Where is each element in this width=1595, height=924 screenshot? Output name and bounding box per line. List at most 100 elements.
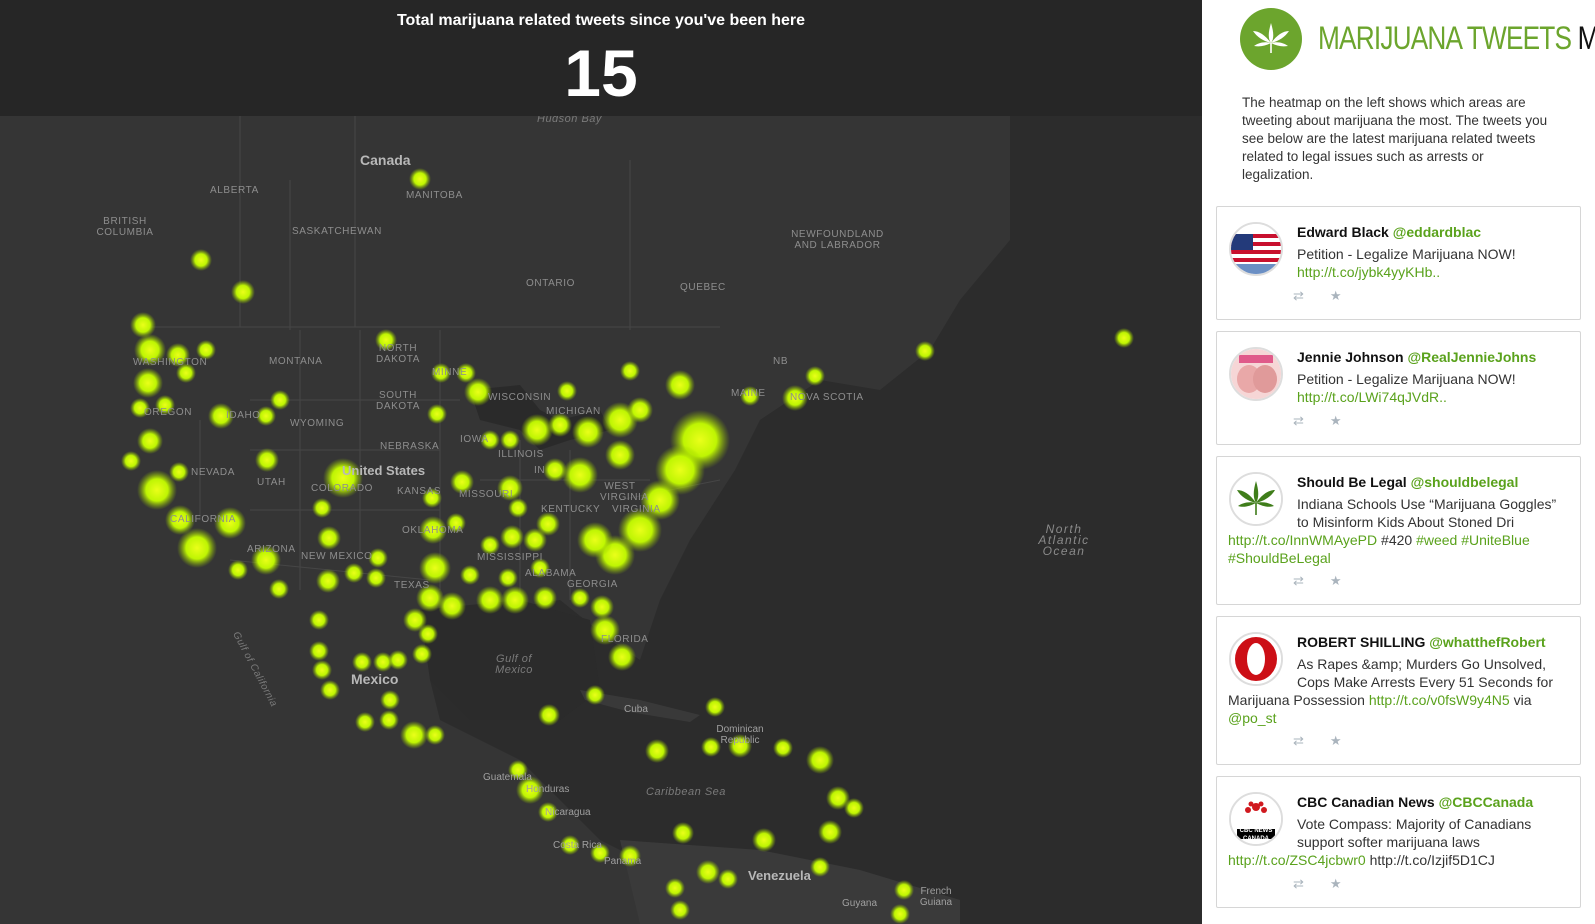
tweet-link[interactable]: http://t.co/LWi74qJVdR.. [1297, 389, 1447, 405]
tweet-body-line2: to Misinform Kids About Stoned Dri [1297, 514, 1515, 530]
map-label-virginia: VIRGINIA [612, 504, 661, 515]
tweet-link[interactable]: http://t.co/InnWMAyePD [1228, 532, 1377, 548]
tweet-author-name[interactable]: ROBERT SHILLING [1297, 634, 1425, 650]
tweet-author-name[interactable]: Should Be Legal [1297, 474, 1407, 490]
tweet-body-line1: As Rapes &amp; Murders Go Unsolved, [1297, 656, 1546, 672]
tweet-actions: ⇄ ★ [1293, 288, 1342, 304]
map-label-georgia: GEORGIA [567, 579, 618, 590]
tweet-actions: ⇄ ★ [1293, 876, 1342, 892]
site-title-dark: MAP [1578, 20, 1595, 56]
map-label-wisconsin: WISCONSIN [488, 392, 552, 403]
tweet-link[interactable]: http://t.co/v0fsW9y4N5 [1369, 692, 1510, 708]
tweet-link[interactable]: http://t.co/jybk4yyKHb.. [1297, 264, 1440, 280]
tweet-author-name[interactable]: Jennie Johnson [1297, 349, 1404, 365]
tweet-hashtag[interactable]: #UniteBlue [1461, 532, 1530, 548]
tweet-card[interactable]: Jennie Johnson @RealJennieJohns Petition… [1216, 331, 1581, 445]
tweet-author-handle[interactable]: @shouldbelegal [1411, 474, 1519, 490]
tweet-body-line2: Cops Make Arrests Every 51 Seconds for [1297, 674, 1553, 690]
site-title-green: MARIJUANA TWEETS [1318, 20, 1572, 56]
map-label-south-dakota: SOUTH DAKOTA [376, 390, 420, 412]
tweet-card[interactable]: ROBERT SHILLING @whatthefRobert As Rapes… [1216, 616, 1581, 765]
map-label-missouri: MISSOURI [459, 489, 514, 500]
tweet-author-handle[interactable]: @CBCCanada [1439, 794, 1534, 810]
map-label-ontario: ONTARIO [526, 278, 576, 289]
map-label-caribbean: Caribbean Sea [646, 786, 726, 798]
map-label-north-dakota: NORTH DAKOTA [376, 343, 420, 365]
tweet-card[interactable]: CBC NEWS CANADA CBC Canadian News @CBCCa… [1216, 776, 1581, 908]
map-label-manitoba: MANITOBA [406, 190, 463, 201]
map-label-newfoundland: NEWFOUNDLAND AND LABRADOR [791, 229, 884, 251]
tweet-card[interactable]: Should Be Legal @shouldbelegal Indiana S… [1216, 456, 1581, 605]
tweet-counter-banner: Total marijuana related tweets since you… [0, 0, 1202, 116]
tweet-hashtag[interactable]: #ShouldBeLegal [1228, 550, 1331, 566]
map-label-alabama: ALABAMA [525, 568, 577, 579]
map-label-arizona: ARIZONA [247, 544, 296, 555]
map-label-canada: Canada [360, 152, 411, 168]
map-label-united-states: United States [342, 463, 426, 478]
map-label-indiana: IN [534, 465, 546, 476]
tweet-author[interactable]: Edward Black @eddardblac [1297, 224, 1481, 240]
tweet-author[interactable]: Jennie Johnson @RealJennieJohns [1297, 349, 1536, 365]
retweet-icon[interactable]: ⇄ [1293, 413, 1304, 429]
tweet-author-handle[interactable]: @RealJennieJohns [1407, 349, 1536, 365]
retweet-icon[interactable]: ⇄ [1293, 733, 1304, 749]
favorite-icon[interactable]: ★ [1330, 876, 1342, 892]
tweet-author[interactable]: ROBERT SHILLING @whatthefRobert [1297, 634, 1546, 650]
tweet-author-handle[interactable]: @eddardblac [1393, 224, 1481, 240]
map-label-iowa: IOWA [460, 434, 489, 445]
map-label-honduras: Honduras [526, 784, 570, 795]
retweet-icon[interactable]: ⇄ [1293, 573, 1304, 589]
favorite-icon[interactable]: ★ [1330, 288, 1342, 304]
map-label-utah: UTAH [257, 477, 286, 488]
favorite-icon[interactable]: ★ [1330, 573, 1342, 589]
tweet-plain-link: http://t.co/Izjif5D1CJ [1369, 852, 1495, 868]
map-label-washington: WASHINGTON [133, 357, 208, 368]
map-label-kentucky: KENTUCKY [541, 504, 601, 515]
tweet-text: Petition - Legalize Marijuana NOW! http:… [1228, 370, 1570, 406]
map-label-nevada: NEVADA [191, 467, 235, 478]
map-label-kansas: KANSAS [397, 486, 442, 497]
intro-text: The heatmap on the left shows which area… [1242, 95, 1548, 182]
tweet-author-name[interactable]: Edward Black [1297, 224, 1389, 240]
tweet-card[interactable]: Edward Black @eddardblac Petition - Lega… [1216, 206, 1581, 320]
map-label-saskatchewan: SASKATCHEWAN [292, 226, 382, 237]
map-label-costa-rica: Costa Rica [553, 840, 602, 851]
counter-caption: Total marijuana related tweets since you… [396, 12, 806, 29]
map-label-mississippi: MISSISSIPPI [477, 552, 544, 563]
favorite-icon[interactable]: ★ [1330, 413, 1342, 429]
map-label-wyoming: WYOMING [290, 418, 345, 429]
retweet-icon[interactable]: ⇄ [1293, 876, 1304, 892]
tweet-link[interactable]: http://t.co/ZSC4jcbwr0 [1228, 852, 1366, 868]
map-label-montana: MONTANA [269, 356, 323, 367]
favorite-icon[interactable]: ★ [1330, 733, 1342, 749]
map-label-minnesota: MINNE [432, 367, 468, 378]
map-label-nebraska: NEBRASKA [380, 441, 440, 452]
tweet-actions: ⇄ ★ [1293, 573, 1342, 589]
map-label-british-columbia: BRITISH COLUMBIA [96, 216, 154, 238]
cannabis-leaf-icon [1240, 8, 1302, 70]
map-label-guatemala: Guatemala [483, 772, 532, 783]
tweet-mention[interactable]: @po_st [1228, 710, 1276, 726]
map-label-guyana: Guyana [842, 898, 878, 909]
map-label-idaho: IDAHO [226, 410, 261, 421]
tweet-body: Petition - Legalize Marijuana NOW! [1297, 246, 1516, 262]
tweet-hashtag-plain: #420 [1381, 532, 1413, 548]
tweet-body-line3: Marijuana Possession [1228, 692, 1365, 708]
tweet-author-handle[interactable]: @whatthefRobert [1429, 634, 1545, 650]
heatmap[interactable]: Hudson Bay Canada ALBERTA MANITOBA BRITI… [0, 0, 1202, 924]
tweet-text: Indiana Schools Use “Marijuana Goggles” … [1228, 495, 1570, 567]
tweet-body: Petition - Legalize Marijuana NOW! [1297, 371, 1516, 387]
map-label-oregon: OREGON [144, 407, 193, 418]
tweet-body-line1: Indiana Schools Use “Marijuana Goggles” [1297, 496, 1557, 512]
tweet-text: Vote Compass: Majority of Canadians supp… [1228, 815, 1570, 869]
map-label-texas: TEXAS [394, 580, 430, 591]
tweet-author[interactable]: Should Be Legal @shouldbelegal [1297, 474, 1518, 490]
map-label-michigan: MICHIGAN [546, 406, 601, 417]
tweet-hashtag[interactable]: #weed [1416, 532, 1457, 548]
tweet-author[interactable]: CBC Canadian News @CBCCanada [1297, 794, 1533, 810]
map-label-panama: Panama [604, 856, 642, 867]
retweet-icon[interactable]: ⇄ [1293, 288, 1304, 304]
map-label-west-virginia: WEST VIRGINIA [600, 481, 649, 503]
tweet-author-name[interactable]: CBC Canadian News [1297, 794, 1435, 810]
map-label-new-mexico: NEW MEXICO [301, 551, 373, 562]
